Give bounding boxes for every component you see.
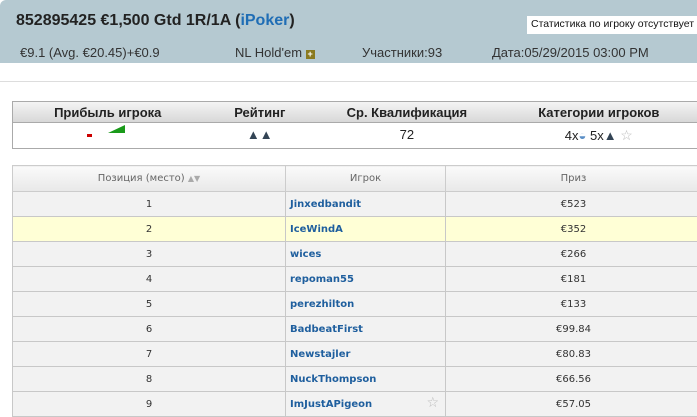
table-row: 1Jinxedbandit€523 — [13, 192, 697, 217]
player-link[interactable]: Newstajler — [286, 342, 446, 367]
shark-icon: ▲ — [604, 128, 617, 143]
avg-qualification: 72 — [317, 123, 496, 149]
results-table: Позиция (место) ▲▼ Игрок Приз 1Jinxedban… — [12, 165, 697, 417]
header-rating: Рейтинг — [202, 102, 317, 122]
participants: Участники:93 — [362, 45, 442, 60]
prize: €66.56 — [446, 367, 697, 392]
position: 7 — [13, 342, 286, 367]
profit-chart-icon — [13, 123, 202, 149]
position: 2 — [13, 217, 286, 242]
table-row: 6BadbeatFirst€99.84 — [13, 317, 697, 342]
star-icon[interactable]: ☆ — [620, 127, 633, 143]
tournament-header: 852895425 €1,500 Gtd 1R/1A (iPoker) Стат… — [0, 0, 697, 63]
tournament-title: 852895425 €1,500 Gtd 1R/1A (iPoker) — [16, 12, 295, 30]
network-link[interactable]: iPoker — [240, 12, 289, 29]
plus-icon[interactable]: + — [306, 50, 315, 59]
table-row: 8NuckThompson€66.56 — [13, 367, 697, 392]
buyin: €9.1 (Avg. €20.45)+€0.9 — [20, 45, 160, 60]
position: 6 — [13, 317, 286, 342]
player-link[interactable]: perezhilton — [286, 292, 446, 317]
player-link[interactable]: BadbeatFirst — [286, 317, 446, 342]
shark-rating-icon: ▲▲ — [202, 123, 317, 149]
table-row: 5perezhilton€133 — [13, 292, 697, 317]
player-link[interactable]: repoman55 — [286, 267, 446, 292]
stats-table: Прибыль игрока Рейтинг Ср. Квалификация … — [12, 101, 697, 149]
star-icon[interactable]: ☆ — [426, 395, 439, 411]
position: 1 — [13, 192, 286, 217]
game-type: NL Hold'em + — [235, 45, 315, 60]
header-profit: Прибыль игрока — [13, 102, 202, 122]
position: 8 — [13, 367, 286, 392]
prize: €80.83 — [446, 342, 697, 367]
table-row: 3wices€266 — [13, 242, 697, 267]
header-player[interactable]: Игрок — [286, 166, 446, 192]
header-categories: Категории игроков — [497, 102, 697, 122]
position: 4 — [13, 267, 286, 292]
fish-icon: ◒ — [579, 128, 587, 143]
table-row: 2IceWindA€352 — [13, 217, 697, 242]
prize: €523 — [446, 192, 697, 217]
player-link[interactable]: Jinxedbandit — [286, 192, 446, 217]
position: 5 — [13, 292, 286, 317]
prize: €352 — [446, 217, 697, 242]
header-prize[interactable]: Приз — [446, 166, 697, 192]
date: Дата:05/29/2015 03:00 PM — [492, 45, 649, 60]
table-row: 7Newstajler€80.83 — [13, 342, 697, 367]
player-link[interactable]: NuckThompson — [286, 367, 446, 392]
no-stats-notice: Статистика по игроку отсутствует — [527, 16, 697, 34]
table-row: 4repoman55€181 — [13, 267, 697, 292]
prize: €133 — [446, 292, 697, 317]
header-position[interactable]: Позиция (место) ▲▼ — [13, 166, 286, 192]
prize: €99.84 — [446, 317, 697, 342]
header-qualification: Ср. Квалификация — [317, 102, 496, 122]
player-link[interactable]: wices — [286, 242, 446, 267]
categories: 4x◒ 5x▲ ☆ — [497, 123, 697, 149]
divider — [0, 81, 697, 82]
position: 3 — [13, 242, 286, 267]
prize: €181 — [446, 267, 697, 292]
player-link[interactable]: IceWindA — [286, 217, 446, 242]
prize: €266 — [446, 242, 697, 267]
sort-icon[interactable]: ▲▼ — [188, 174, 200, 183]
